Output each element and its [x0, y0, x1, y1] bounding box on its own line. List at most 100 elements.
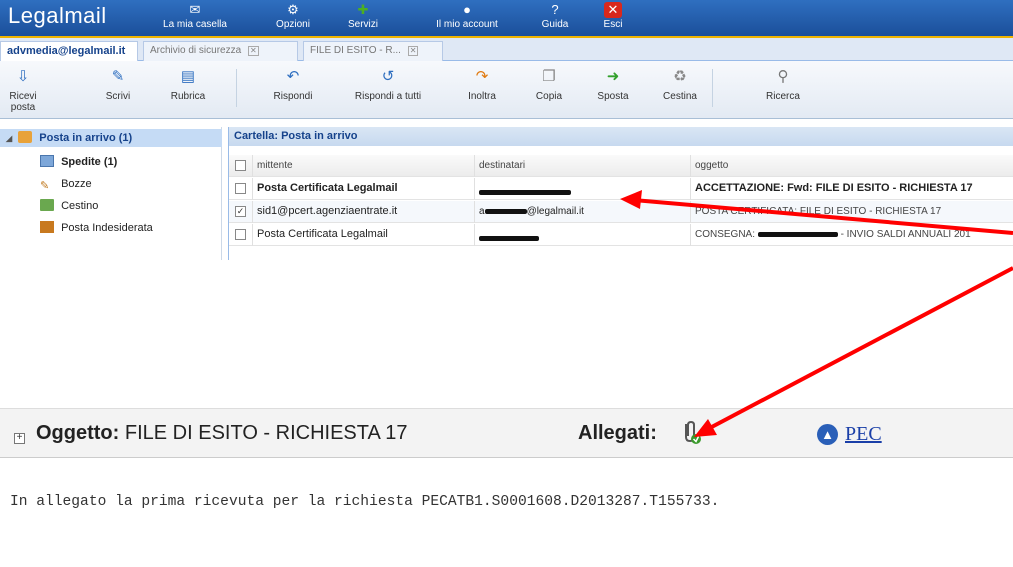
oggetto-suffix: - INVIO SALDI ANNUALI 201 [840, 229, 971, 240]
nav-opzioni[interactable]: ⚙ Opzioni [268, 2, 318, 34]
copy-icon: ❐ [542, 68, 556, 85]
compose-icon: ✎ [111, 68, 125, 85]
button-label: Sposta [597, 91, 629, 102]
spam-folder-icon [40, 221, 54, 233]
folder-drafts[interactable]: ✎ Bozze [40, 175, 210, 193]
nav-label: Esci [603, 19, 623, 30]
pec-link[interactable]: PEC [845, 423, 882, 446]
column-header-destinatari[interactable]: destinatari [475, 155, 691, 177]
toolbar: ⇩ Ricevi posta ✎ Scrivi ▤ Rubrica ↶ Risp… [0, 61, 1013, 119]
folder-inbox[interactable]: ◢ Posta in arrivo (1) [0, 129, 222, 147]
exit-icon: ✕ [604, 2, 622, 18]
folder-sent[interactable]: Spedite (1) [40, 153, 210, 171]
folder-label: Posta Indesiderata [61, 222, 153, 234]
tab-label: Archivio di sicurezza [150, 45, 242, 56]
nav-servizi[interactable]: ✚ Servizi [340, 2, 386, 34]
cell-oggetto: ACCETTAZIONE: Fwd: FILE DI ESITO - RICHI… [691, 178, 1013, 200]
account-icon: ● [463, 2, 471, 17]
folder-label: Cestino [61, 200, 99, 212]
tab-label: advmedia@legalmail.it [7, 45, 126, 57]
nav-label: Servizi [347, 19, 378, 30]
trash-icon: ♻ [673, 68, 687, 85]
close-icon[interactable]: ✕ [407, 46, 419, 56]
inbox-icon [18, 131, 33, 143]
cell-oggetto: POSTA CERTIFICATA: FILE DI ESITO - RICHI… [691, 201, 1013, 223]
reply-icon: ↶ [286, 68, 300, 85]
button-label: Rispondi [273, 91, 313, 102]
column-header-oggetto[interactable]: oggetto [691, 155, 1013, 177]
select-all-cell [229, 155, 253, 177]
folder-trash[interactable]: Cestino [40, 197, 210, 215]
folder-label: Bozze [61, 178, 92, 190]
cell-oggetto: CONSEGNA: - INVIO SALDI ANNUALI 201 [691, 224, 1013, 246]
mailbox-icon: ✉ [189, 2, 201, 17]
expand-icon[interactable]: + [14, 433, 25, 444]
forward-button[interactable]: ↷ Inoltra [464, 67, 500, 102]
table-row[interactable]: Posta Certificata Legalmail ACCETTAZIONE… [229, 178, 1013, 200]
address-book-button[interactable]: ▤ Rubrica [164, 67, 212, 102]
receive-mail-button[interactable]: ⇩ Ricevi posta [0, 67, 46, 113]
button-label: Cestina [663, 91, 697, 102]
address-domain: @legalmail.it [526, 206, 584, 217]
nav-label: Il mio account [436, 19, 498, 30]
column-header-mittente[interactable]: mittente [253, 155, 475, 177]
row-checkbox[interactable] [235, 229, 246, 240]
button-label: Inoltra [468, 91, 496, 102]
app-logo: Legalmail [8, 3, 107, 28]
forward-icon: ↷ [475, 68, 489, 85]
copy-button[interactable]: ❐ Copia [530, 67, 568, 102]
folder-label: Spedite (1) [61, 156, 118, 168]
reply-all-button[interactable]: ↺ Rispondi a tutti [342, 67, 434, 102]
redacted-text [757, 231, 838, 237]
gear-icon: ⚙ [287, 2, 299, 17]
toolbar-divider [712, 69, 713, 107]
tab-mailbox[interactable]: advmedia@legalmail.it [0, 41, 138, 61]
move-button[interactable]: ➜ Sposta [593, 67, 633, 102]
search-button[interactable]: ⚲ Ricerca [758, 67, 808, 102]
tab-message[interactable]: FILE DI ESITO - R... ✕ [303, 41, 443, 61]
collapse-arrow-icon[interactable]: ◢ [6, 134, 12, 143]
nav-il-mio-account[interactable]: ● Il mio account [427, 2, 507, 34]
compose-button[interactable]: ✎ Scrivi [98, 67, 138, 102]
drafts-icon: ✎ [40, 180, 50, 192]
tab-strip: advmedia@legalmail.it Archivio di sicure… [0, 38, 1013, 61]
cell-mittente: Posta Certificata Legalmail [253, 178, 475, 200]
table-row[interactable]: Posta Certificata Legalmail CONSEGNA: - … [229, 224, 1013, 246]
row-checkbox-checked[interactable]: ✓ [235, 206, 246, 217]
paperclip-icon [685, 420, 701, 444]
nav-label: Opzioni [276, 19, 310, 30]
annotation-arrow-line [705, 266, 1013, 432]
tab-archivio[interactable]: Archivio di sicurezza ✕ [143, 41, 298, 61]
row-checkbox-cell [229, 224, 253, 246]
cell-mittente: Posta Certificata Legalmail [253, 224, 475, 246]
nav-label: Guida [541, 19, 569, 30]
nav-la-mia-casella[interactable]: ✉ La mia casella [160, 2, 230, 34]
subject-line: Oggetto: FILE DI ESITO - RICHIESTA 17 [36, 422, 408, 445]
attachment-icon[interactable] [680, 420, 702, 451]
button-label: Rubrica [170, 91, 206, 102]
cell-destinatari [475, 224, 691, 246]
select-all-checkbox[interactable] [235, 160, 246, 171]
cell-destinatari [475, 178, 691, 200]
help-icon: ? [551, 2, 559, 17]
nav-guida[interactable]: ? Guida [538, 2, 572, 34]
address-prefix: a [479, 206, 485, 217]
subject-label: Oggetto: [36, 422, 120, 444]
redacted-address [484, 208, 527, 214]
subject-value: FILE DI ESITO - RICHIESTA 17 [124, 422, 408, 444]
move-icon: ➜ [606, 68, 620, 85]
reply-button[interactable]: ↶ Rispondi [266, 67, 320, 102]
folder-spam[interactable]: Posta Indesiderata [40, 219, 220, 237]
toolbar-divider [236, 69, 237, 107]
nav-esci[interactable]: ✕ Esci [598, 2, 628, 34]
row-checkbox-cell [229, 178, 253, 200]
button-label: Ricerca [766, 91, 800, 102]
close-icon[interactable]: ✕ [247, 46, 259, 56]
trash-button[interactable]: ♻ Cestina [660, 67, 700, 102]
row-checkbox[interactable] [235, 183, 246, 194]
address-book-icon: ▤ [180, 68, 196, 85]
table-row[interactable]: ✓ sid1@pcert.agenziaentrate.it a @legalma… [229, 201, 1013, 223]
search-icon: ⚲ [777, 68, 789, 85]
redacted-address [479, 235, 539, 241]
puzzle-icon: ✚ [357, 2, 369, 17]
